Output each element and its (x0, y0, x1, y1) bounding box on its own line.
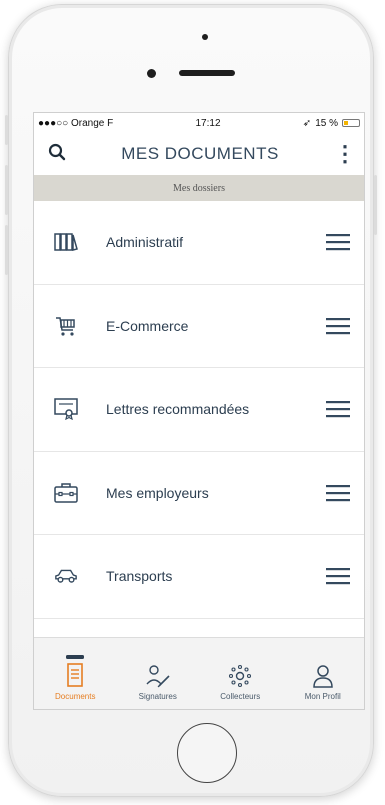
tab-label: Documents (55, 692, 96, 701)
folder-label: Transports (106, 568, 173, 585)
folder-item-transports[interactable]: Transports (34, 535, 364, 619)
folder-label: E-Commerce (106, 317, 189, 334)
more-menu-icon[interactable]: ⋮ (334, 143, 356, 165)
bottom-tab-bar: Documents Signatures Collecteurs Mon Pro… (34, 637, 364, 709)
tab-label: Collecteurs (220, 692, 261, 701)
section-header: Mes dossiers (34, 175, 364, 201)
hamburger-menu-icon[interactable] (324, 482, 352, 504)
folder-item-e-commerce[interactable]: E-Commerce (34, 285, 364, 368)
certificate-icon (54, 397, 78, 421)
home-button[interactable] (177, 723, 237, 783)
hamburger-menu-icon[interactable] (324, 231, 352, 253)
collectors-icon (228, 650, 252, 688)
shopping-cart-icon (54, 314, 78, 338)
tab-documents[interactable]: Documents (34, 638, 117, 709)
tab-label: Mon Profil (304, 692, 341, 701)
tab-collecteurs[interactable]: Collecteurs (199, 638, 282, 709)
briefcase-icon (54, 481, 78, 505)
clock: 17:12 (195, 117, 221, 129)
search-icon[interactable] (48, 143, 66, 166)
signature-icon (145, 650, 171, 688)
hamburger-menu-icon[interactable] (324, 398, 352, 420)
folder-item-mes-employeurs[interactable]: Mes employeurs (34, 452, 364, 535)
folder-item-lettres-recommandees[interactable]: Lettres recommandées (34, 368, 364, 452)
front-camera (147, 69, 156, 78)
power-button (374, 175, 377, 235)
binders-icon (54, 230, 78, 254)
battery-icon (341, 119, 360, 127)
folder-label: Mes employeurs (106, 484, 209, 501)
app-screen: ●●●○○ Orange F 17:12 ➶ 15 % MES DOCUMENT… (33, 112, 365, 710)
car-icon (54, 564, 78, 588)
app-header: MES DOCUMENTS ⋮ (34, 133, 364, 175)
location-icon: ➶ (302, 117, 312, 129)
earpiece-speaker (179, 70, 235, 76)
mute-switch (5, 115, 8, 145)
proximity-sensor (202, 34, 208, 40)
hamburger-menu-icon[interactable] (324, 565, 352, 587)
tab-signatures[interactable]: Signatures (117, 638, 200, 709)
hamburger-menu-icon[interactable] (324, 315, 352, 337)
page-title: MES DOCUMENTS (121, 144, 279, 163)
folder-item-administratif[interactable]: Administratif (34, 201, 364, 285)
battery-percent: 15 % (315, 117, 338, 129)
status-right: ➶ 15 % (303, 118, 360, 129)
profile-icon (312, 650, 334, 688)
volume-down-button (5, 225, 8, 275)
volume-up-button (5, 165, 8, 215)
folder-list: Administratif E-Commerce Lettres recomma… (34, 201, 364, 619)
folder-label: Lettres recommandées (106, 401, 250, 418)
folder-label: Administratif (106, 234, 184, 251)
status-bar: ●●●○○ Orange F 17:12 ➶ 15 % (34, 113, 364, 133)
tab-label: Signatures (138, 692, 177, 701)
documents-icon (65, 650, 85, 688)
carrier-label: ●●●○○ Orange F (38, 117, 114, 129)
tab-mon-profil[interactable]: Mon Profil (282, 638, 365, 709)
